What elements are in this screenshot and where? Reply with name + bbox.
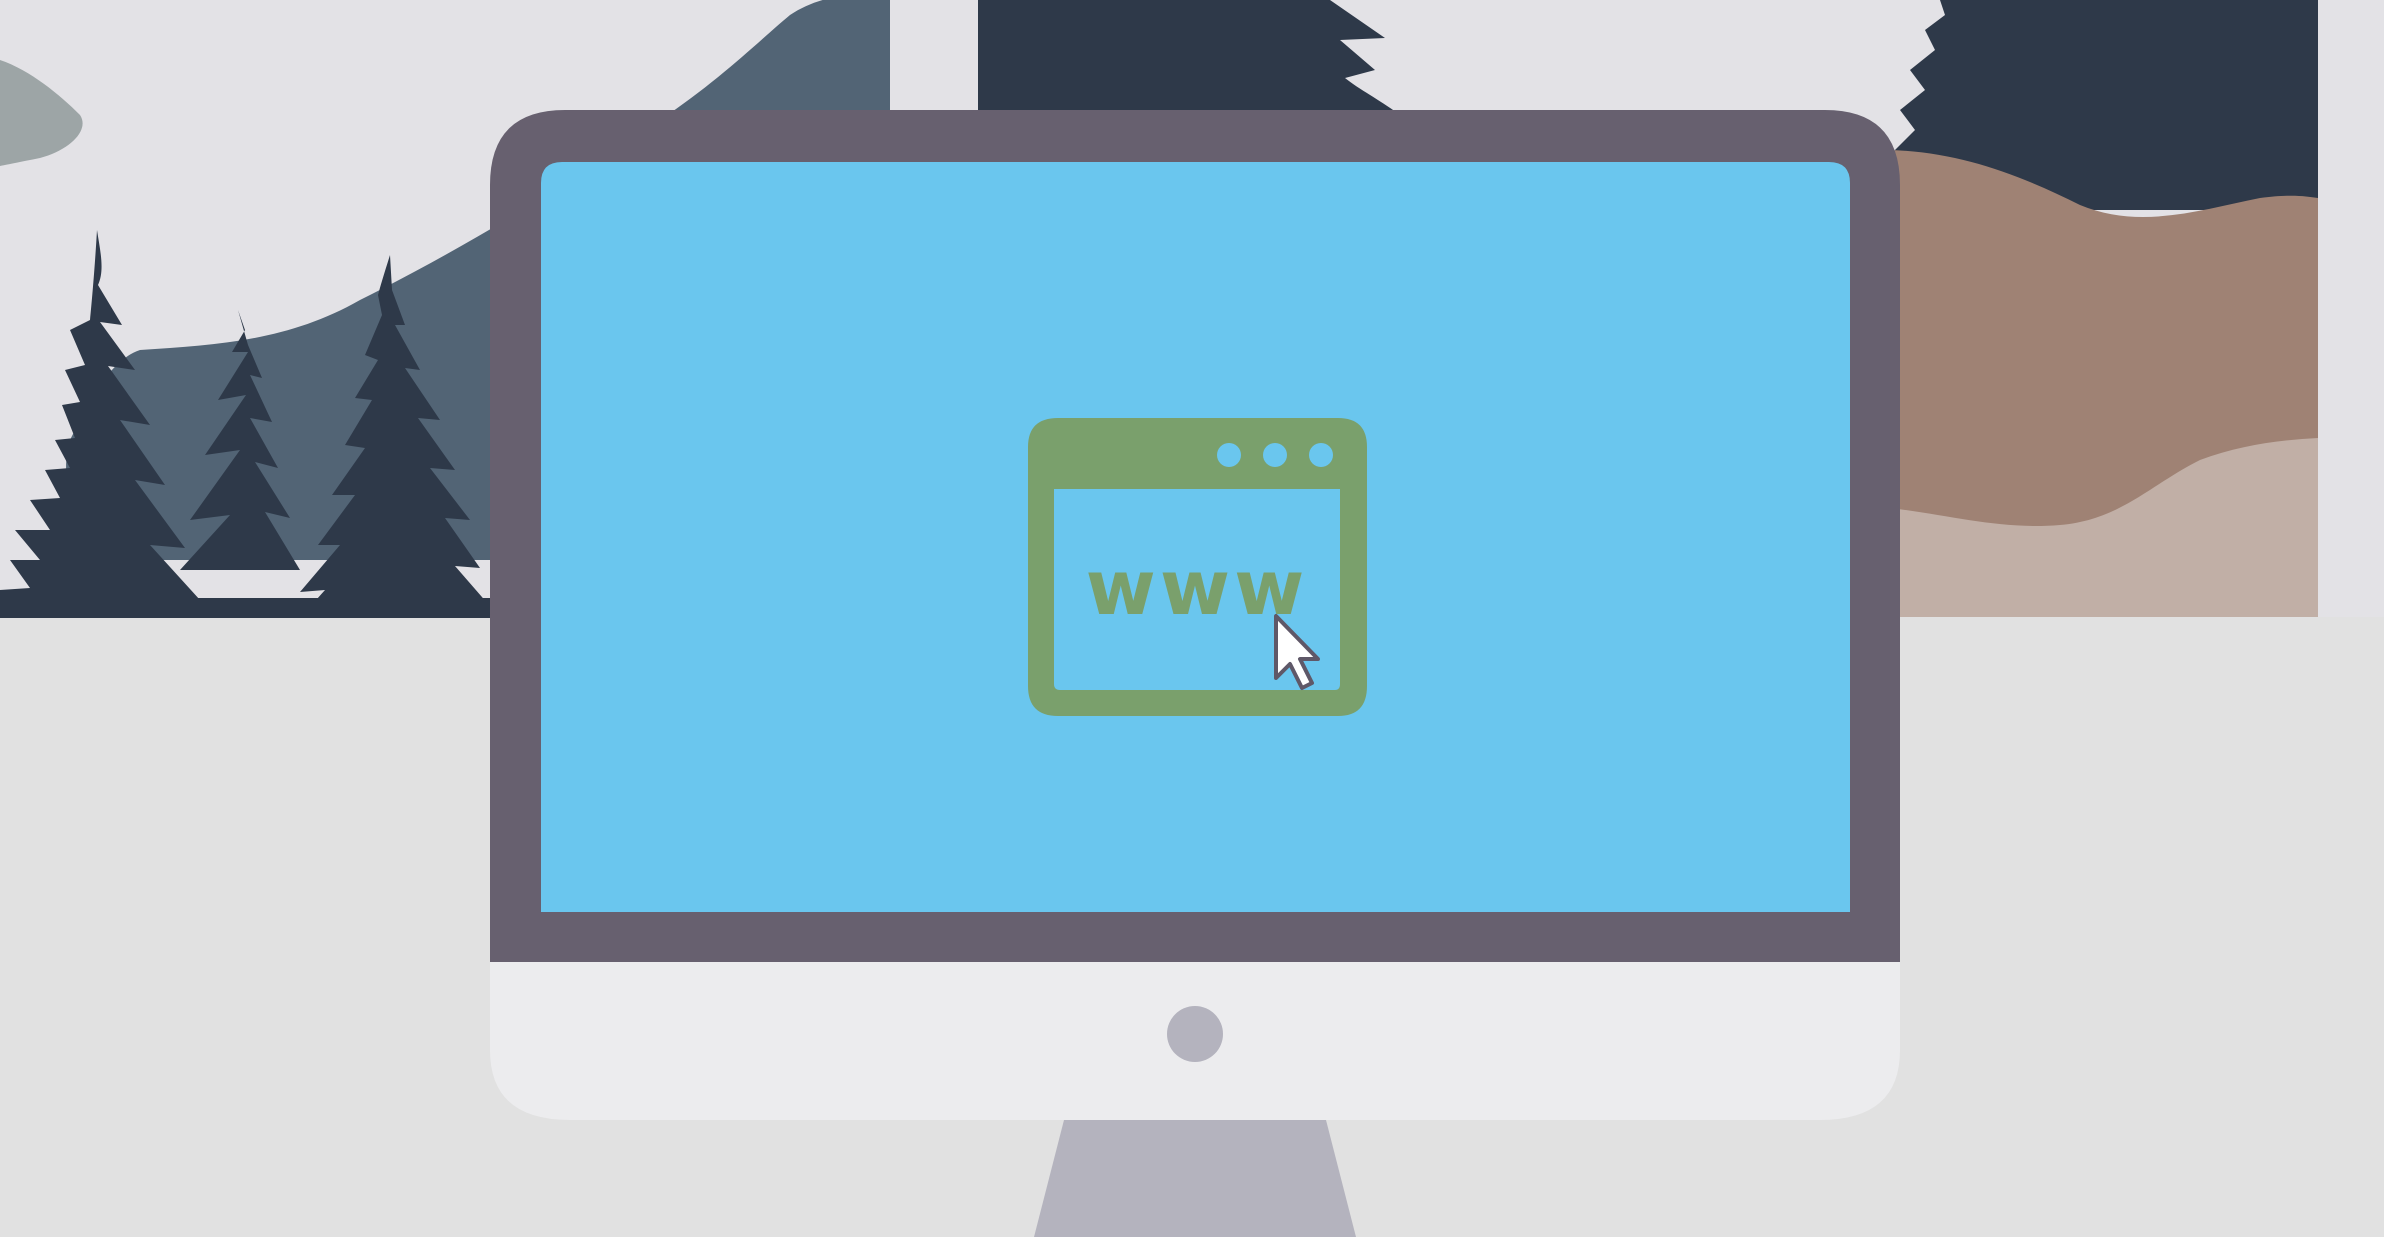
power-button-icon[interactable] bbox=[1167, 1006, 1223, 1062]
monitor-stand bbox=[1034, 1120, 1356, 1237]
ground-strip bbox=[0, 598, 495, 618]
window-dot-2 bbox=[1263, 443, 1287, 467]
right-landscape bbox=[1890, 0, 2318, 617]
window-dot-3 bbox=[1309, 443, 1333, 467]
tree-top-center bbox=[978, 0, 1400, 115]
illustration-scene: www bbox=[0, 0, 2384, 1237]
window-dot-1 bbox=[1217, 443, 1241, 467]
light-gap bbox=[890, 0, 978, 120]
monitor-screen[interactable] bbox=[541, 162, 1850, 912]
center-landscape bbox=[890, 0, 1400, 120]
